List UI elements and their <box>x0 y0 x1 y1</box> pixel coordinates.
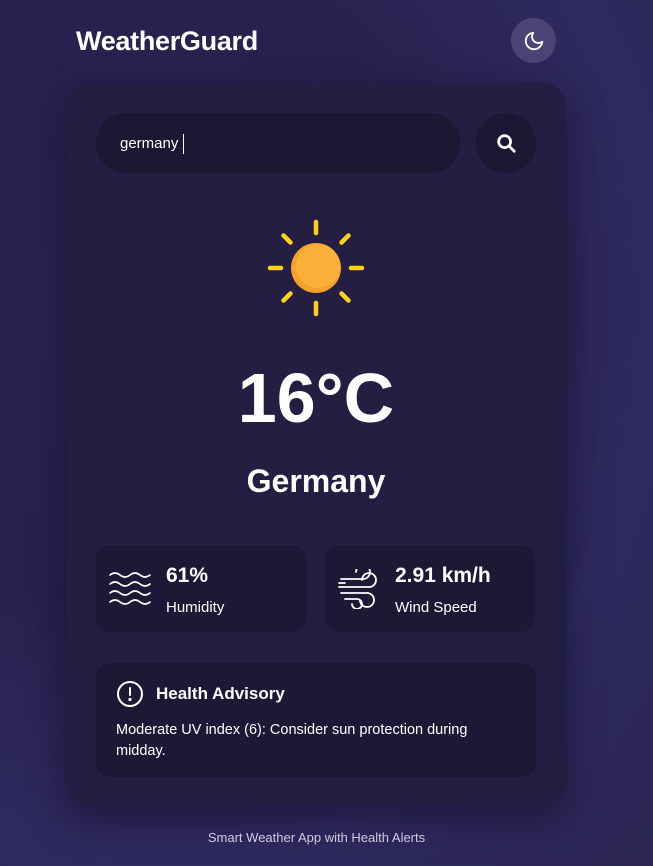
search-icon <box>497 134 516 153</box>
waves-icon <box>109 572 151 605</box>
search-input[interactable] <box>96 113 460 173</box>
humidity-box: 61% Humidity <box>96 545 306 632</box>
theme-toggle-button[interactable] <box>511 18 556 63</box>
wind-box: 2.91 km/h Wind Speed <box>325 545 535 632</box>
advisory-text: Moderate UV index (6): Consider sun prot… <box>116 722 468 759</box>
humidity-value: 61% <box>166 564 209 587</box>
footer-text: Smart Weather App with Health Alerts <box>207 830 426 845</box>
wind-label: Wind Speed <box>395 599 477 616</box>
advisory-title: Health Advisory <box>156 684 285 703</box>
temperature: 16°C <box>237 359 395 437</box>
alert-circle-icon <box>117 681 143 707</box>
wind-icon <box>338 569 377 609</box>
text-caret <box>183 134 184 154</box>
humidity-label: Humidity <box>166 599 225 616</box>
app-title: WeatherGuard <box>76 26 258 56</box>
health-advisory: Health Advisory Moderate UV index (6): C… <box>96 663 536 777</box>
search-button[interactable] <box>476 113 536 173</box>
weather-card: 16°C Germany 61% Humidity 2.91 km/h Wind… <box>66 83 566 805</box>
sun-icon <box>267 219 365 317</box>
wind-value: 2.91 km/h <box>395 564 491 587</box>
city-name: Germany <box>246 463 386 499</box>
moon-icon <box>524 31 543 50</box>
